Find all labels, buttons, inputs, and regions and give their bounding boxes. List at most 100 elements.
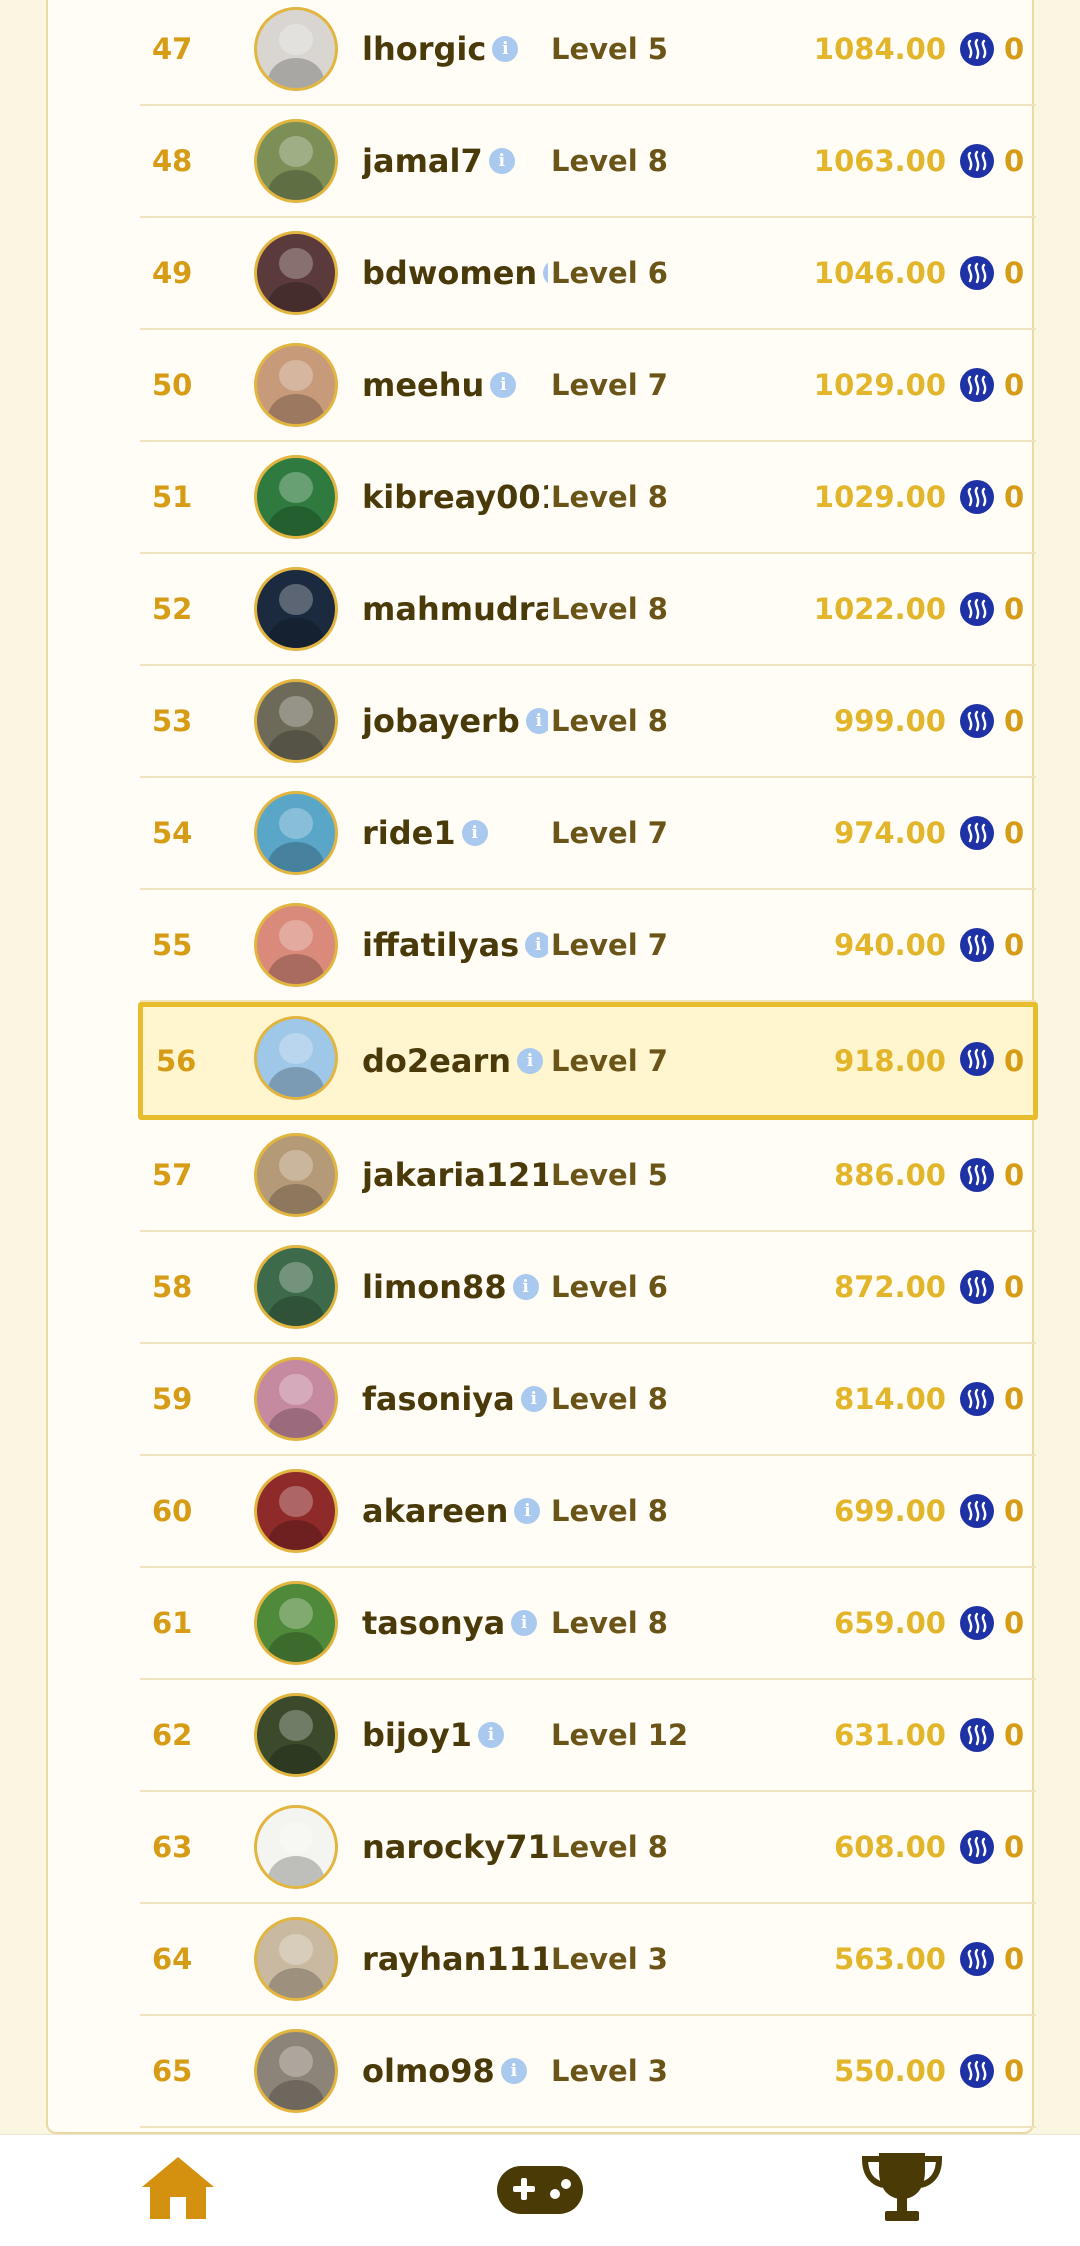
leaderboard-row[interactable]: 49 bdwomeni Level 6 1046.00 0 <box>140 218 1036 330</box>
avatar[interactable] <box>254 343 338 427</box>
steem-icon <box>960 816 994 850</box>
username[interactable]: jobayerb i <box>362 666 548 776</box>
leaderboard-row[interactable]: 59 fasoniya i Level 8 814.00 0 <box>140 1344 1036 1456</box>
leaderboard-row[interactable]: 65 olmo98 i Level 3 550.00 0 <box>140 2016 1036 2128</box>
info-icon[interactable]: i <box>488 148 515 174</box>
username-text[interactable]: mahmudral <box>362 590 548 628</box>
avatar[interactable] <box>254 1357 338 1441</box>
nav-leaderboard-button[interactable] <box>842 2135 962 2246</box>
reward-value: 0 <box>1004 704 1025 738</box>
leaderboard-row[interactable]: 61 tasonya i Level 8 659.00 0 <box>140 1568 1036 1680</box>
avatar[interactable] <box>254 1133 338 1217</box>
username-text[interactable]: ride1 <box>362 814 456 852</box>
info-icon[interactable]: i <box>517 1048 544 1074</box>
info-icon[interactable]: i <box>543 260 548 286</box>
username[interactable]: jamal7 i <box>362 106 548 216</box>
username-text[interactable]: jobayerb <box>362 702 520 740</box>
username[interactable]: bijoy1 i <box>362 1680 548 1790</box>
leaderboard-row[interactable]: 50 meehu i Level 7 1029.00 0 <box>140 330 1036 442</box>
username-text[interactable]: jakaria121 <box>362 1156 548 1194</box>
leaderboard-row[interactable]: 54 ride1 i Level 7 974.00 0 <box>140 778 1036 890</box>
info-icon[interactable]: i <box>511 1610 538 1636</box>
username[interactable]: limon88 i <box>362 1232 548 1342</box>
username[interactable]: narocky71i <box>362 1792 548 1902</box>
username-text[interactable]: akareen <box>362 1492 508 1530</box>
username-text[interactable]: iffatilyas <box>362 926 519 964</box>
avatar[interactable] <box>254 679 338 763</box>
info-icon[interactable]: i <box>514 1498 541 1524</box>
avatar[interactable] <box>254 1917 338 2001</box>
username[interactable]: iffatilyas i <box>362 890 548 1000</box>
username-text[interactable]: limon88 <box>362 1268 507 1306</box>
leaderboard-row[interactable]: 58 limon88 i Level 6 872.00 0 <box>140 1232 1036 1344</box>
info-icon[interactable]: i <box>490 372 517 398</box>
username-text[interactable]: do2earn <box>362 1042 511 1080</box>
avatar[interactable] <box>254 903 338 987</box>
avatar[interactable] <box>254 2029 338 2113</box>
reward-value: 0 <box>1004 1942 1025 1976</box>
info-icon[interactable]: i <box>477 1722 504 1748</box>
level-label: Level 8 <box>551 1382 668 1416</box>
username[interactable]: bdwomeni <box>362 218 548 328</box>
leaderboard-row[interactable]: 64 rayhan111i Level 3 563.00 0 <box>140 1904 1036 2016</box>
avatar-head-shape <box>278 808 314 840</box>
username[interactable]: olmo98 i <box>362 2016 548 2126</box>
avatar[interactable] <box>254 119 338 203</box>
leaderboard-row[interactable]: 63 narocky71i Level 8 608.00 0 <box>140 1792 1036 1904</box>
avatar[interactable] <box>254 1805 338 1889</box>
username[interactable]: mahmudrali <box>362 554 548 664</box>
score-value: 699.00 <box>834 1494 946 1528</box>
leaderboard-row[interactable]: 62 bijoy1 i Level 12 631.00 0 <box>140 1680 1036 1792</box>
info-icon[interactable]: i <box>500 2058 527 2084</box>
username-text[interactable]: rayhan111 <box>362 1940 548 1978</box>
username-text[interactable]: lhorgic <box>362 30 486 68</box>
info-icon[interactable]: i <box>492 36 519 62</box>
username-text[interactable]: fasoniya <box>362 1380 515 1418</box>
avatar[interactable] <box>254 1245 338 1329</box>
username-text[interactable]: bijoy1 <box>362 1716 472 1754</box>
username[interactable]: fasoniya i <box>362 1344 548 1454</box>
username-text[interactable]: olmo98 <box>362 2052 495 2090</box>
username[interactable]: lhorgic i <box>362 0 548 104</box>
leaderboard-row[interactable]: 57 jakaria121i Level 5 886.00 0 <box>140 1120 1036 1232</box>
username-text[interactable]: meehu <box>362 366 484 404</box>
info-icon[interactable]: i <box>461 820 488 846</box>
avatar[interactable] <box>254 7 338 91</box>
avatar[interactable] <box>254 1581 338 1665</box>
leaderboard-row[interactable]: 60 akareen i Level 8 699.00 0 <box>140 1456 1036 1568</box>
username-text[interactable]: narocky71 <box>362 1828 548 1866</box>
avatar[interactable] <box>254 1016 338 1100</box>
leaderboard-row[interactable]: 55 iffatilyas i Level 7 940.00 0 <box>140 890 1036 1002</box>
username[interactable]: ride1 i <box>362 778 548 888</box>
score-value: 1063.00 <box>813 144 946 178</box>
username-text[interactable]: jamal7 <box>362 142 483 180</box>
username[interactable]: akareen i <box>362 1456 548 1566</box>
leaderboard-row[interactable]: 52 mahmudrali Level 8 1022.00 0 <box>140 554 1036 666</box>
leaderboard-row[interactable]: 47 lhorgic i Level 5 1084.00 0 <box>140 0 1036 106</box>
username[interactable]: kibreay001i <box>362 442 548 552</box>
leaderboard-row[interactable]: 53 jobayerb i Level 8 999.00 0 <box>140 666 1036 778</box>
avatar[interactable] <box>254 791 338 875</box>
info-icon[interactable]: i <box>520 1386 547 1412</box>
leaderboard-row[interactable]: 48 jamal7 i Level 8 1063.00 0 <box>140 106 1036 218</box>
avatar[interactable] <box>254 1693 338 1777</box>
info-icon[interactable]: i <box>525 708 548 734</box>
username[interactable]: rayhan111i <box>362 1904 548 2014</box>
nav-games-button[interactable] <box>480 2135 600 2246</box>
username-text[interactable]: bdwomen <box>362 254 537 292</box>
avatar[interactable] <box>254 455 338 539</box>
leaderboard-row-current-user[interactable]: 56 do2earn i Level 7 918.00 0 <box>138 1002 1038 1120</box>
info-icon[interactable]: i <box>512 1274 539 1300</box>
username[interactable]: tasonya i <box>362 1568 548 1678</box>
username-text[interactable]: tasonya <box>362 1604 505 1642</box>
username[interactable]: do2earn i <box>362 1007 548 1115</box>
avatar[interactable] <box>254 1469 338 1553</box>
username[interactable]: jakaria121i <box>362 1120 548 1230</box>
info-icon[interactable]: i <box>525 932 548 958</box>
username[interactable]: meehu i <box>362 330 548 440</box>
nav-home-button[interactable] <box>118 2135 238 2246</box>
avatar[interactable] <box>254 231 338 315</box>
username-text[interactable]: kibreay001 <box>362 478 548 516</box>
leaderboard-row[interactable]: 51 kibreay001i Level 8 1029.00 0 <box>140 442 1036 554</box>
avatar[interactable] <box>254 567 338 651</box>
